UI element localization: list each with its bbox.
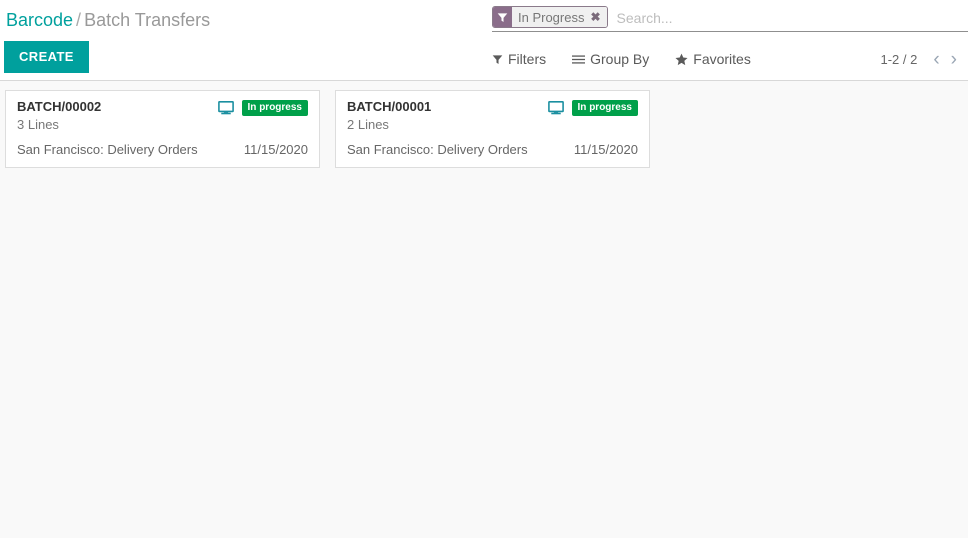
- breadcrumb-current: Batch Transfers: [84, 10, 211, 30]
- card-footer: San Francisco: Delivery Orders 11/15/202…: [347, 142, 638, 157]
- pager: 1-2 / 2 ‹ ›: [880, 44, 968, 74]
- favorites-menu[interactable]: Favorites: [675, 51, 751, 67]
- filters-menu[interactable]: Filters: [492, 51, 546, 67]
- pager-count: 1-2 / 2: [880, 51, 918, 67]
- breadcrumb-separator: /: [76, 10, 82, 30]
- pager-next-button[interactable]: ›: [951, 50, 968, 69]
- search-box[interactable]: In Progress ✖: [492, 5, 968, 32]
- card-header-text: BATCH/00001 2 Lines: [347, 99, 431, 133]
- search-input[interactable]: [607, 5, 968, 31]
- card-title: BATCH/00002: [17, 99, 102, 114]
- card-header: BATCH/00001 2 Lines In progress: [347, 99, 638, 133]
- search-facet-in-progress[interactable]: In Progress ✖: [492, 6, 608, 28]
- breadcrumb-root-link[interactable]: Barcode: [6, 10, 73, 30]
- favorites-menu-label: Favorites: [693, 51, 751, 67]
- search-menus: Filters Group By Favorites: [492, 44, 777, 74]
- kanban-view: BATCH/00002 3 Lines In progress San Fran…: [0, 81, 968, 538]
- status-badge: In progress: [571, 100, 638, 116]
- filter-icon: [493, 7, 512, 27]
- monitor-icon: [547, 101, 564, 115]
- search-toolbar: Filters Group By Favorites 1-2 / 2 ‹ ›: [0, 44, 968, 78]
- card-header: BATCH/00002 3 Lines In progress: [17, 99, 308, 133]
- monitor-icon: [217, 101, 234, 115]
- card-header-text: BATCH/00002 3 Lines: [17, 99, 101, 133]
- group-by-menu-label: Group By: [590, 51, 650, 67]
- star-icon: [675, 53, 688, 66]
- card-origin: San Francisco: Delivery Orders: [347, 142, 528, 157]
- card-footer: San Francisco: Delivery Orders 11/15/202…: [17, 142, 308, 157]
- filter-icon: [492, 54, 503, 65]
- card-header-right: In progress: [547, 99, 638, 116]
- list-icon: [572, 54, 586, 65]
- card-origin: San Francisco: Delivery Orders: [17, 142, 198, 157]
- pager-previous-button[interactable]: ‹: [933, 50, 950, 69]
- group-by-menu[interactable]: Group By: [572, 51, 649, 67]
- card-date: 11/15/2020: [573, 142, 638, 157]
- card-lines-count: 3 Lines: [17, 117, 59, 132]
- card-title: BATCH/00001: [347, 99, 432, 114]
- search-facet-label: In Progress: [512, 7, 589, 27]
- breadcrumb: Barcode / Batch Transfers: [4, 6, 210, 34]
- kanban-card[interactable]: BATCH/00002 3 Lines In progress San Fran…: [5, 90, 320, 168]
- status-badge: In progress: [241, 100, 308, 116]
- kanban-card[interactable]: BATCH/00001 2 Lines In progress San Fran…: [335, 90, 650, 168]
- card-header-right: In progress: [217, 99, 308, 116]
- search-row: In Progress ✖: [492, 5, 968, 35]
- filters-menu-label: Filters: [508, 51, 547, 67]
- control-panel: Barcode / Batch Transfers CREATE In Progre…: [0, 0, 968, 81]
- close-icon[interactable]: ✖: [588, 7, 607, 27]
- card-date: 11/15/2020: [243, 142, 308, 157]
- card-lines-count: 2 Lines: [347, 117, 389, 132]
